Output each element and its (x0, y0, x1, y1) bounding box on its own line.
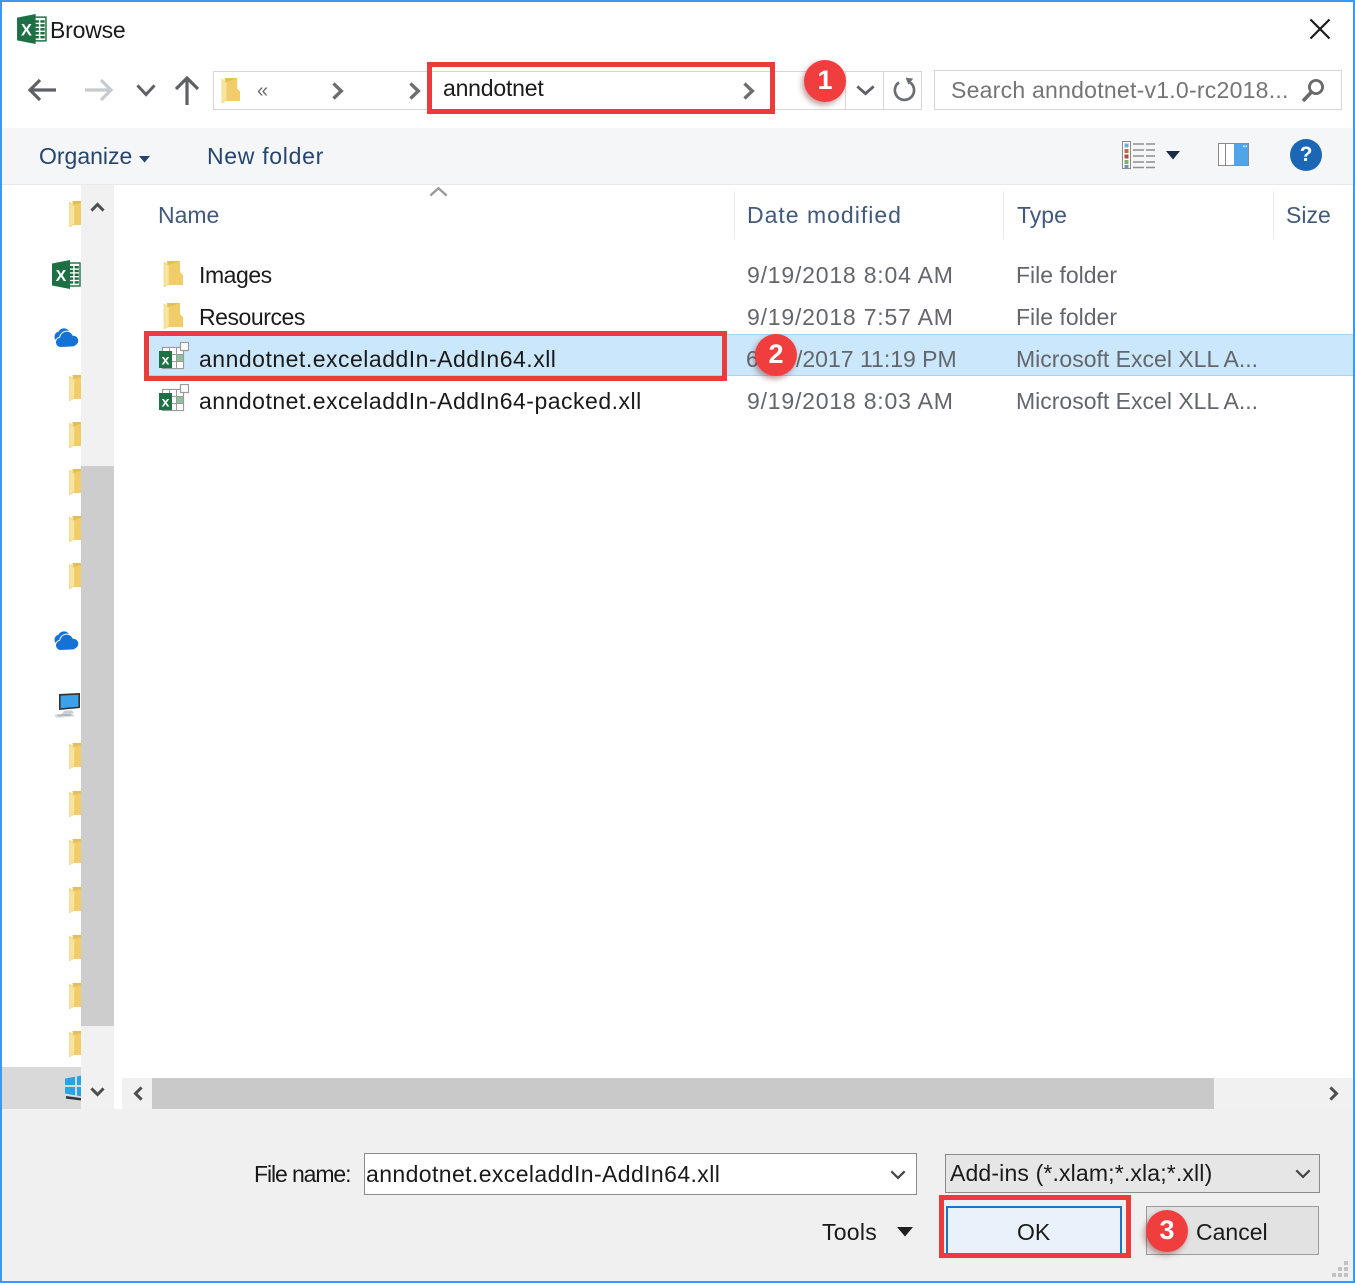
svg-text:X: X (21, 22, 32, 40)
svg-text:x: x (162, 394, 170, 410)
svg-text:X: X (56, 268, 67, 285)
